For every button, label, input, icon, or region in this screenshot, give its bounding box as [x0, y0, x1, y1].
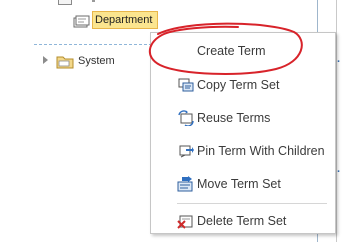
- menu-item-label: Create Term: [197, 44, 266, 58]
- move-term-set-icon: [177, 176, 193, 192]
- right-panel-marker: ·: [337, 56, 341, 68]
- reuse-terms-icon: [178, 110, 194, 126]
- delete-term-set-icon: [177, 215, 193, 229]
- pin-term-icon: [179, 145, 194, 158]
- menu-item-create-term[interactable]: Create Term: [151, 39, 335, 63]
- menu-item-label: Pin Term With Children: [197, 144, 325, 158]
- right-panel-marker: ·: [337, 166, 341, 178]
- tree-item-system[interactable]: System: [78, 54, 115, 68]
- menu-item-label: Delete Term Set: [197, 214, 287, 228]
- folder-icon: [56, 56, 74, 69]
- tree-item-icon-partial: [58, 0, 72, 5]
- tree-label-partial: [92, 0, 95, 2]
- menu-separator: [177, 203, 327, 204]
- term-store-screen: Department System · · Create Term Copy T…: [0, 0, 348, 242]
- menu-item-label: Move Term Set: [197, 177, 281, 191]
- expand-arrow-icon[interactable]: [43, 56, 48, 64]
- right-panel-border: [336, 0, 337, 242]
- tree-divider: [34, 44, 152, 45]
- menu-item-delete-term-set[interactable]: Delete Term Set: [151, 209, 335, 233]
- tree-item-department[interactable]: Department: [92, 11, 158, 29]
- menu-item-move-term-set[interactable]: Move Term Set: [151, 172, 335, 196]
- menu-item-label: Copy Term Set: [197, 78, 280, 92]
- context-menu: Create Term Copy Term Set Reuse Terms Pi…: [150, 32, 336, 234]
- menu-item-reuse-terms[interactable]: Reuse Terms: [151, 106, 335, 130]
- term-icon: [73, 15, 90, 28]
- menu-item-copy-term-set[interactable]: Copy Term Set: [151, 73, 335, 97]
- menu-item-label: Reuse Terms: [197, 111, 271, 125]
- copy-term-set-icon: [178, 78, 194, 92]
- menu-item-pin-term-with-children[interactable]: Pin Term With Children: [151, 139, 335, 163]
